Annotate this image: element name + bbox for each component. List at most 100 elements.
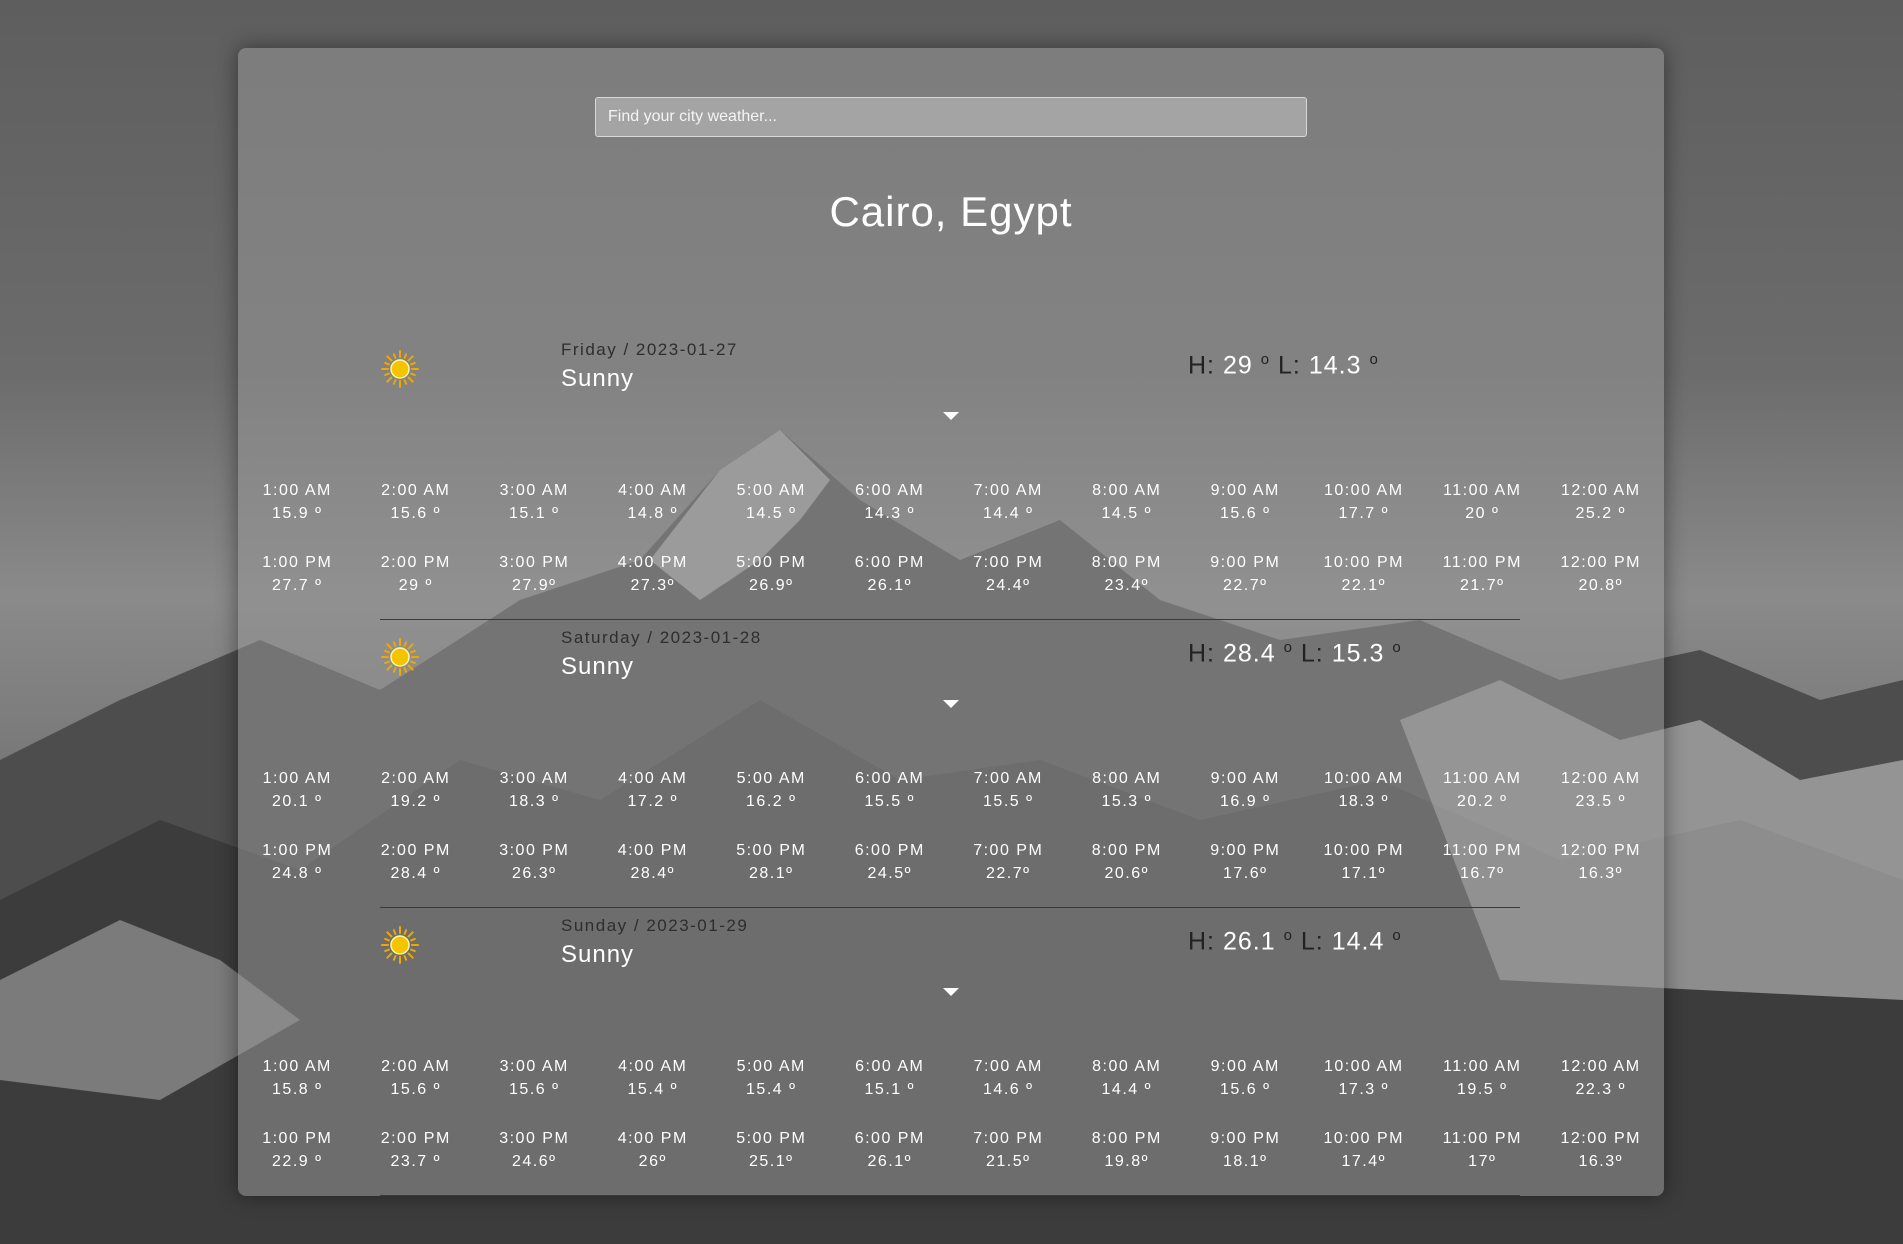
divider [380,619,1520,620]
hour-time: 3:00 PM [499,554,570,571]
hour-temp: 26.1º [867,577,912,594]
degree-sign: o [1283,927,1293,944]
hour-temp: 27.9º [512,577,557,594]
hour-temp: 17.2 º [627,793,678,810]
hour-temp: 24.4º [986,577,1031,594]
hour-temp: 15.1 º [864,1081,915,1098]
hour-time: 8:00 PM [1091,842,1162,859]
hour-time: 6:00 PM [854,1130,925,1147]
hour-cell: 3:00 PM 24.6º [475,1127,594,1196]
hour-time: 11:00 AM [1443,482,1522,499]
hour-cell: 12:00 AM 23.5 º [1542,767,1661,839]
hour-temp: 24.6º [512,1153,557,1170]
hour-temp: 20.6º [1104,865,1149,882]
hour-temp: 22.7º [986,865,1031,882]
expand-caret-icon[interactable] [943,412,959,420]
hour-cell: 1:00 PM 27.7 º [238,551,357,623]
hour-time: 10:00 AM [1323,770,1404,787]
day-date: Friday / 2023-01-27 [561,340,738,359]
high-low-temp: H: 28.4 o L: 15.3 o [1188,639,1402,668]
hour-time: 4:00 AM [618,482,688,499]
high-label: H: [1188,351,1215,380]
hour-time: 3:00 PM [499,1130,570,1147]
hour-temp: 15.1 º [509,505,560,522]
hour-cell: 4:00 PM 28.4º [594,839,713,911]
day-forecast: Sunday / 2023-01-29 Sunny H: 26.1 o L: 1… [238,916,1664,1196]
hour-temp: 15.6 º [390,1081,441,1098]
high-low-temp: H: 29 o L: 14.3 o [1188,351,1379,380]
hour-temp: 15.4 º [746,1081,797,1098]
high-label: H: [1188,639,1215,668]
hour-cell: 6:00 PM 24.5º [831,839,950,911]
hour-cell: 3:00 AM 18.3 º [475,767,594,839]
day-condition: Sunny [561,653,635,680]
hour-time: 1:00 PM [262,842,333,859]
hour-temp: 18.1º [1223,1153,1268,1170]
hour-time: 12:00 PM [1560,842,1641,859]
hour-cell: 9:00 PM 17.6º [1186,839,1305,911]
hour-cell: 1:00 PM 24.8 º [238,839,357,911]
hour-cell: 4:00 PM 27.3º [594,551,713,623]
hour-cell: 1:00 AM 15.8 º [238,1055,357,1127]
hour-time: 5:00 PM [736,842,807,859]
hour-temp: 19.5 º [1457,1081,1508,1098]
hour-time: 4:00 PM [617,842,688,859]
hour-time: 3:00 PM [499,842,570,859]
hour-temp: 17.6º [1223,865,1268,882]
hour-cell: 7:00 PM 24.4º [949,551,1068,623]
expand-caret-icon[interactable] [943,700,959,708]
hour-temp: 28.1º [749,865,794,882]
hour-cell: 11:00 PM 17º [1423,1127,1542,1196]
hour-time: 6:00 AM [855,482,925,499]
hour-cell: 6:00 AM 15.1 º [831,1055,950,1127]
hour-cell: 8:00 AM 14.4 º [1068,1055,1187,1127]
hour-cell: 12:00 PM 16.3º [1542,1127,1661,1196]
hour-time: 8:00 AM [1092,770,1162,787]
hour-temp: 29 º [398,577,433,594]
hour-time: 2:00 AM [381,1058,451,1075]
hour-temp: 14.5 º [746,505,797,522]
hour-time: 8:00 PM [1091,1130,1162,1147]
hour-time: 10:00 PM [1323,554,1404,571]
degree-sign: o [1283,639,1293,656]
hour-cell: 10:00 PM 17.1º [1305,839,1424,911]
hour-cell: 6:00 PM 26.1º [831,551,950,623]
hour-cell: 11:00 AM 19.5 º [1423,1055,1542,1127]
hour-cell: 4:00 AM 17.2 º [594,767,713,839]
hour-cell: 9:00 PM 22.7º [1186,551,1305,623]
hour-time: 7:00 AM [973,482,1043,499]
sun-icon [380,637,420,677]
hour-time: 4:00 PM [617,1130,688,1147]
hour-cell: 8:00 AM 14.5 º [1068,479,1187,551]
hour-temp: 19.8º [1104,1153,1149,1170]
hour-cell: 3:00 PM 26.3º [475,839,594,911]
hour-time: 12:00 PM [1560,1130,1641,1147]
hour-time: 6:00 AM [855,770,925,787]
hour-time: 7:00 PM [973,842,1044,859]
hour-time: 11:00 PM [1442,1130,1522,1147]
hour-time: 8:00 PM [1091,554,1162,571]
degree-sign: o [1392,927,1402,944]
hour-temp: 20.1 º [272,793,323,810]
hour-cell: 1:00 PM 22.9 º [238,1127,357,1196]
hour-temp: 15.6 º [509,1081,560,1098]
hour-time: 2:00 AM [381,770,451,787]
hour-temp: 17.1º [1341,865,1386,882]
am-row: 1:00 AM 15.9 º 2:00 AM 15.6 º 3:00 AM 15… [238,479,1664,551]
hour-cell: 8:00 PM 19.8º [1068,1127,1187,1196]
hourly-forecast: 1:00 AM 15.9 º 2:00 AM 15.6 º 3:00 AM 15… [238,479,1664,623]
hour-time: 6:00 AM [855,1058,925,1075]
divider [380,907,1520,908]
hour-cell: 11:00 PM 21.7º [1423,551,1542,623]
expand-caret-icon[interactable] [943,988,959,996]
hour-temp: 18.3 º [1338,793,1389,810]
hour-cell: 5:00 AM 16.2 º [712,767,831,839]
hour-temp: 15.8 º [272,1081,323,1098]
hour-cell: 7:00 AM 14.6 º [949,1055,1068,1127]
hour-temp: 23.4º [1104,577,1149,594]
hour-temp: 17.7 º [1338,505,1389,522]
hour-time: 4:00 PM [617,554,688,571]
high-value: 26.1 [1222,927,1276,956]
hour-cell: 7:00 AM 15.5 º [949,767,1068,839]
city-search-input[interactable] [595,97,1307,137]
